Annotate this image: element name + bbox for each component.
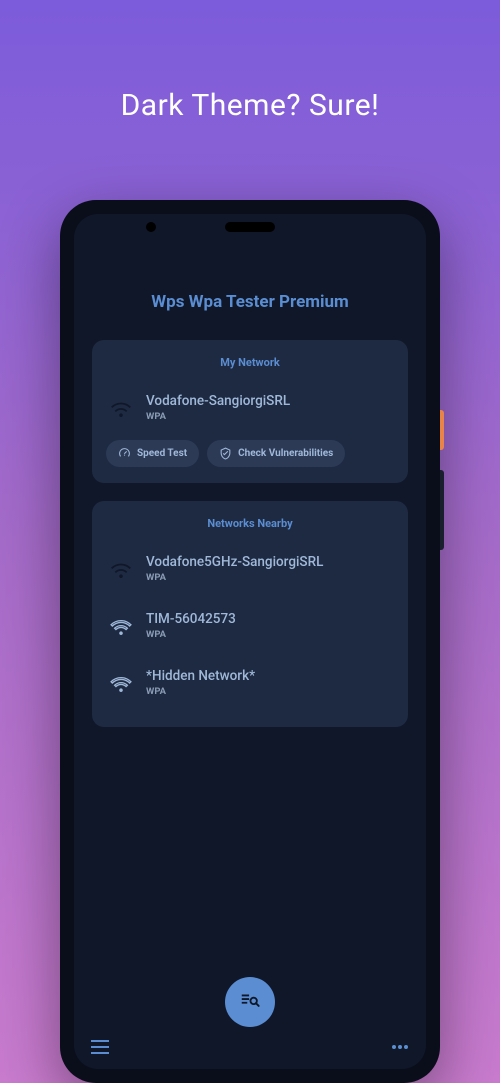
more-icon[interactable] [390,1037,410,1057]
app-content: Wps Wpa Tester Premium My Network Vodafo… [74,214,426,1069]
network-name: Vodafone5GHz-SangiorgiSRL [146,554,323,570]
nearby-network-row[interactable]: TIM-56042573 WPA [106,597,394,654]
shield-icon [219,447,232,460]
menu-icon[interactable] [90,1037,110,1057]
scan-fab-button[interactable] [225,977,275,1027]
network-info: *Hidden Network* WPA [146,668,255,697]
network-security: WPA [146,629,236,640]
network-security: WPA [146,411,290,422]
network-security: WPA [146,572,323,583]
network-name: TIM-56042573 [146,611,236,627]
nearby-header: Networks Nearby [106,517,394,530]
power-button [440,410,444,450]
network-info: Vodafone5GHz-SangiorgiSRL WPA [146,554,323,583]
speed-icon [118,447,131,460]
wifi-icon [110,399,132,417]
wifi-icon [110,560,132,578]
bottom-bar [74,1025,426,1069]
phone-screen: Wps Wpa Tester Premium My Network Vodafo… [74,214,426,1069]
my-network-row[interactable]: Vodafone-SangiorgiSRL WPA [106,385,394,436]
speed-test-label: Speed Test [137,448,187,459]
network-security: WPA [146,686,255,697]
network-info: TIM-56042573 WPA [146,611,236,640]
scan-icon [239,989,261,1015]
network-name: *Hidden Network* [146,668,255,684]
my-network-header: My Network [106,356,394,369]
network-info: Vodafone-SangiorgiSRL WPA [146,393,290,422]
network-name: Vodafone-SangiorgiSRL [146,393,290,409]
networks-nearby-card: Networks Nearby Vodafone5GHz-SangiorgiSR… [92,501,408,727]
my-network-card: My Network Vodafone-SangiorgiSRL WPA [92,340,408,483]
check-vuln-label: Check Vulnerabilities [238,448,333,459]
nearby-network-row[interactable]: *Hidden Network* WPA [106,654,394,711]
app-title: Wps Wpa Tester Premium [92,292,408,312]
nearby-network-row[interactable]: Vodafone5GHz-SangiorgiSRL WPA [106,546,394,597]
volume-button [440,470,444,550]
wifi-icon [110,617,132,635]
phone-frame: Wps Wpa Tester Premium My Network Vodafo… [60,200,440,1083]
promo-title: Dark Theme? Sure! [0,0,500,123]
speed-test-button[interactable]: Speed Test [106,440,199,467]
wifi-icon [110,674,132,692]
my-network-actions: Speed Test Check Vulnerabilities [106,440,394,467]
check-vulnerabilities-button[interactable]: Check Vulnerabilities [207,440,345,467]
